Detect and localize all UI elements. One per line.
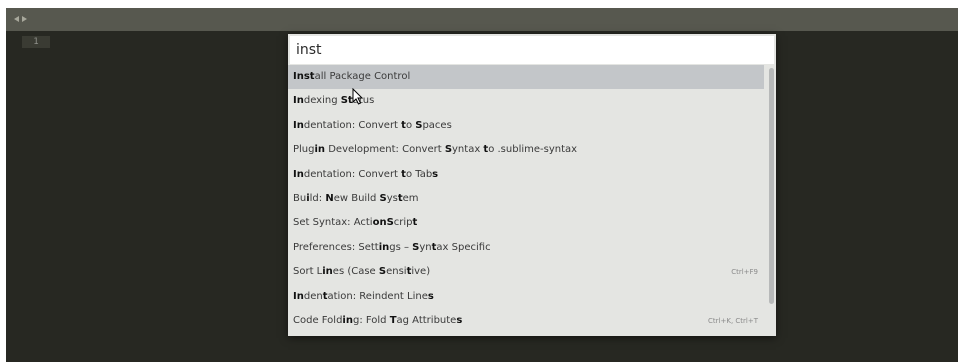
label-text: Bu bbox=[293, 192, 307, 204]
keyboard-shortcut: Ctrl+F9 bbox=[731, 268, 758, 277]
match-highlight: In bbox=[293, 95, 304, 107]
tab-navigation bbox=[14, 13, 27, 22]
label-text: o .sublime-syntax bbox=[488, 144, 578, 156]
label-text: ation: Reindent Line bbox=[327, 290, 428, 302]
label-text: em bbox=[402, 192, 419, 204]
match-highlight: In bbox=[293, 290, 304, 302]
label-text: yn bbox=[419, 241, 432, 253]
label-text: yntax bbox=[452, 144, 484, 156]
command-list: Install Package Control Indexing Status In… bbox=[288, 65, 764, 333]
command-label: Indentation: Convert to Tabs bbox=[293, 169, 438, 180]
label-text: Set Syntax: Acti bbox=[293, 217, 373, 229]
label-text: Code Fold bbox=[293, 314, 343, 326]
arrow-right-icon[interactable] bbox=[22, 16, 27, 22]
command-item[interactable]: Set Syntax: ActionScript bbox=[288, 211, 764, 235]
label-text: ag Attribute bbox=[396, 314, 457, 326]
label-text: ensi bbox=[386, 266, 407, 278]
command-item[interactable]: Preferences: Settings – Syntax Specific bbox=[288, 236, 764, 260]
label-text: crip bbox=[393, 217, 413, 229]
match-highlight: t bbox=[412, 217, 418, 229]
command-item[interactable]: Indentation: Reindent Lines bbox=[288, 285, 764, 309]
label-text: den bbox=[303, 290, 323, 302]
match-highlight: on bbox=[372, 217, 387, 229]
label-text: dentation: Convert bbox=[303, 168, 402, 180]
label-text: g: Fold bbox=[352, 314, 390, 326]
command-palette-input[interactable] bbox=[290, 36, 774, 64]
command-label: Build: New Build System bbox=[293, 193, 419, 204]
label-text: dentation: Convert bbox=[303, 119, 402, 131]
match-highlight: s bbox=[456, 314, 463, 326]
match-highlight: in bbox=[314, 144, 326, 156]
command-item[interactable]: Indentation: Convert to Spaces bbox=[288, 114, 764, 138]
arrow-left-icon[interactable] bbox=[14, 16, 19, 22]
label-text: Preferences: Sett bbox=[293, 241, 379, 253]
match-highlight: S bbox=[444, 144, 453, 156]
label-text: ew Build bbox=[333, 192, 380, 204]
command-label: Sort Lines (Case Sensitive) bbox=[293, 266, 430, 277]
command-item[interactable]: Build: New Build System bbox=[288, 187, 764, 211]
tab-bar bbox=[6, 8, 958, 31]
label-text: dexing bbox=[303, 95, 341, 107]
command-label: Code Folding: Fold Tag Attributes bbox=[293, 315, 462, 326]
scrollbar[interactable] bbox=[769, 68, 774, 304]
match-highlight: Inst bbox=[293, 71, 315, 82]
command-label: Plugin Development: Convert Syntax to .s… bbox=[293, 144, 577, 155]
mouse-pointer-icon bbox=[352, 88, 364, 105]
label-text: o Tab bbox=[405, 168, 433, 180]
line-number: 1 bbox=[22, 36, 50, 48]
match-highlight: s bbox=[432, 168, 439, 180]
match-highlight: S bbox=[379, 192, 387, 204]
label-text: all Package Control bbox=[314, 71, 411, 82]
label-text: ax Specific bbox=[436, 241, 491, 253]
command-label: Indentation: Convert to Spaces bbox=[293, 120, 452, 131]
label-text: gs – bbox=[389, 241, 413, 253]
match-highlight: in bbox=[378, 241, 390, 253]
match-highlight: in bbox=[322, 266, 333, 278]
label-text: o bbox=[405, 119, 416, 131]
command-label: Preferences: Settings – Syntax Specific bbox=[293, 242, 491, 253]
match-highlight: In bbox=[293, 168, 304, 180]
label-text: Sort L bbox=[293, 266, 323, 278]
command-item[interactable]: Plugin Development: Convert Syntax to .s… bbox=[288, 138, 764, 162]
label-text: paces bbox=[422, 119, 452, 131]
label-text: ys bbox=[386, 192, 398, 204]
command-item[interactable]: Install Package Control bbox=[288, 65, 764, 90]
match-highlight: in bbox=[342, 314, 353, 326]
command-label: Install Package Control bbox=[293, 71, 410, 82]
command-item[interactable]: Code Folding: Fold Tag Attributes Ctrl+K,… bbox=[288, 309, 764, 333]
match-highlight: N bbox=[325, 192, 334, 204]
match-highlight: T bbox=[389, 314, 397, 326]
editor-window: 1 Install Package ControlIndexing Status… bbox=[6, 8, 958, 362]
label-text: ld: bbox=[309, 192, 326, 204]
label-text: ive) bbox=[411, 266, 431, 278]
match-highlight: S bbox=[386, 217, 394, 229]
command-label: Set Syntax: ActionScript bbox=[293, 217, 417, 228]
match-highlight: In bbox=[293, 119, 304, 131]
label-text: Plug bbox=[293, 144, 315, 156]
command-palette: Install Package ControlIndexing StatusIn… bbox=[288, 34, 776, 336]
match-highlight: S bbox=[378, 266, 387, 278]
command-item[interactable]: Indentation: Convert to Tabs bbox=[288, 163, 764, 187]
keyboard-shortcut: Ctrl+K, Ctrl+T bbox=[708, 316, 758, 325]
match-highlight: St bbox=[340, 95, 353, 107]
label-text: es (Case bbox=[332, 266, 379, 278]
match-highlight: s bbox=[427, 290, 434, 302]
command-label: Indentation: Reindent Lines bbox=[293, 291, 434, 302]
label-text: Development: Convert bbox=[325, 144, 445, 156]
command-item[interactable]: Sort Lines (Case Sensitive) Ctrl+F9 bbox=[288, 260, 764, 284]
